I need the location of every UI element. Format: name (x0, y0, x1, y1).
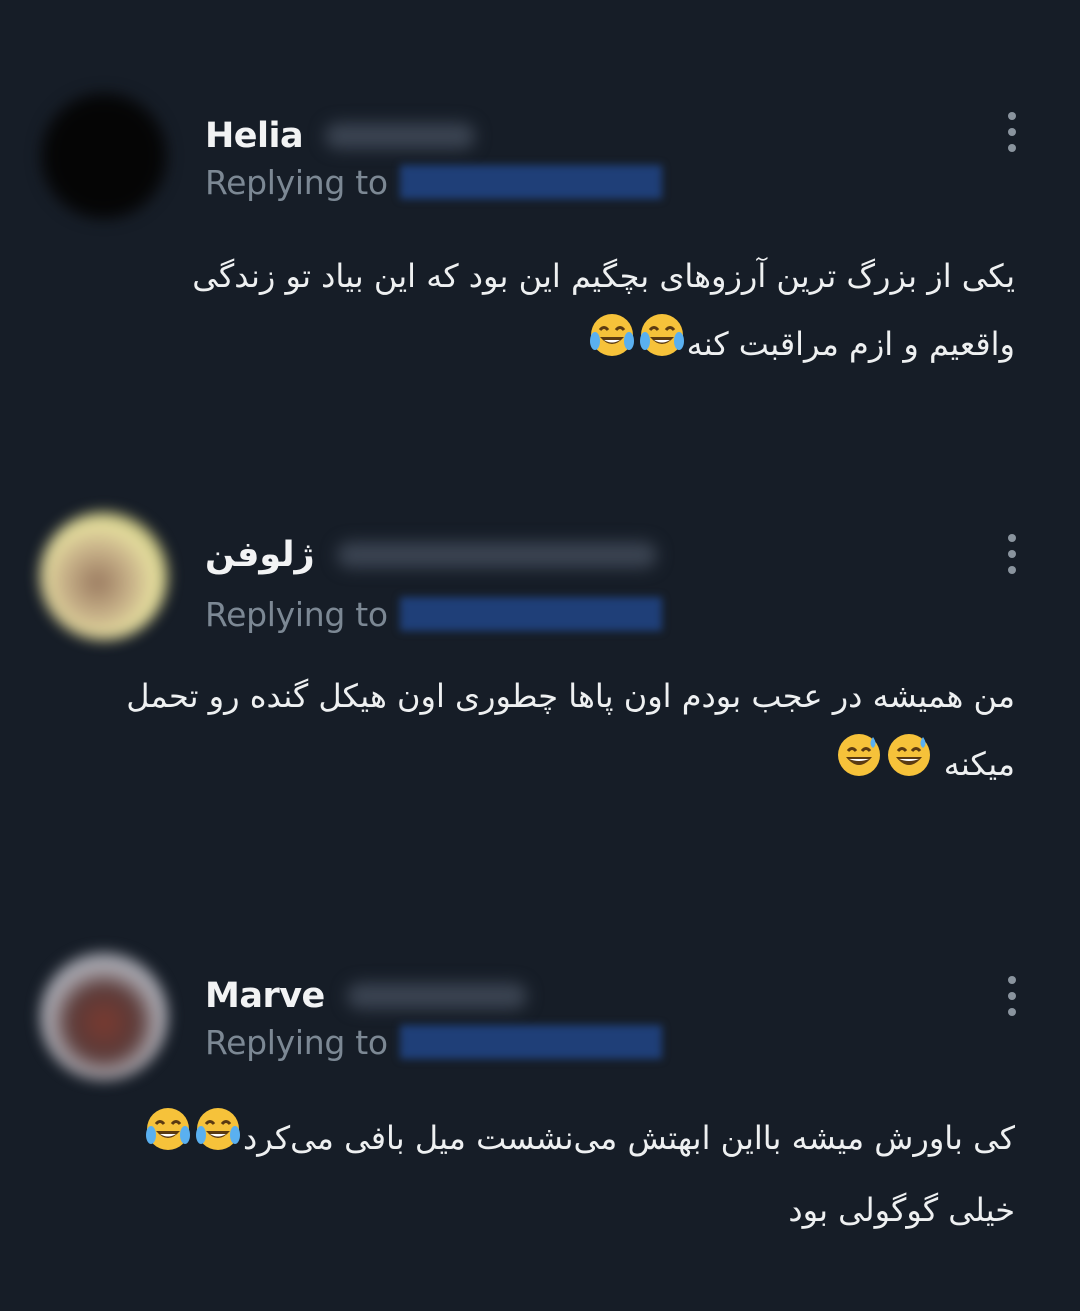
replying-to-handle-redacted[interactable] (399, 165, 662, 199)
reply-text-line: واقعیم و ازم مراقبت کنه (686, 325, 1015, 363)
reply-text-line: کی باورش میشه بااین ابهتش می‌نشست میل با… (242, 1119, 1015, 1157)
reply-text: یکی از بزرگ ترین آرزوهای بچگیم این بود ک… (75, 242, 1015, 382)
avatar[interactable] (40, 512, 168, 640)
replying-to-label: Replying to (205, 1022, 388, 1062)
avatar[interactable] (40, 952, 168, 1080)
display-name[interactable]: ژلوفن (205, 535, 315, 575)
more-options-icon[interactable] (1000, 976, 1024, 1016)
reply-text: کی باورش میشه بااین ابهتش می‌نشست میل با… (75, 1104, 1015, 1244)
face-with-tears-of-joy-icon (638, 311, 686, 382)
reply-header: Marve Replying to (205, 972, 985, 1064)
avatar[interactable] (40, 92, 168, 220)
reply-text-line: من همیشه در عجب بودم اون پاها چطوری اون … (126, 677, 1015, 715)
reply-header: ژلوفن Replying to (205, 530, 985, 636)
reply-text-line: میکنه (943, 745, 1015, 783)
replying-to-handle-redacted[interactable] (399, 1025, 662, 1059)
more-options-icon[interactable] (1000, 534, 1024, 574)
reply-thread: Helia Replying to یکی از بزرگ ترین آرزوه… (0, 0, 1080, 1311)
user-handle-redacted (325, 123, 476, 149)
face-with-tears-of-joy-icon (144, 1105, 192, 1176)
face-with-tears-of-joy-icon (194, 1105, 242, 1176)
more-options-icon[interactable] (1000, 112, 1024, 152)
reply-header: Helia Replying to (205, 112, 985, 204)
face-with-tears-of-joy-icon (588, 311, 636, 382)
user-handle-redacted (346, 983, 527, 1009)
replying-to-handle-redacted[interactable] (399, 597, 662, 631)
reply-text-line: خیلی گوگولی بود (788, 1190, 1015, 1229)
grinning-face-with-sweat-icon (835, 731, 883, 802)
grinning-face-with-sweat-icon (885, 731, 933, 802)
display-name[interactable]: Helia (205, 116, 304, 156)
user-handle-redacted (336, 542, 657, 568)
reply-text-line: یکی از بزرگ ترین آرزوهای بچگیم این بود ک… (192, 257, 1015, 295)
display-name[interactable]: Marve (205, 976, 325, 1016)
reply-text: من همیشه در عجب بودم اون پاها چطوری اون … (75, 662, 1015, 802)
replying-to-label: Replying to (205, 162, 388, 202)
replying-to-label: Replying to (205, 594, 388, 634)
